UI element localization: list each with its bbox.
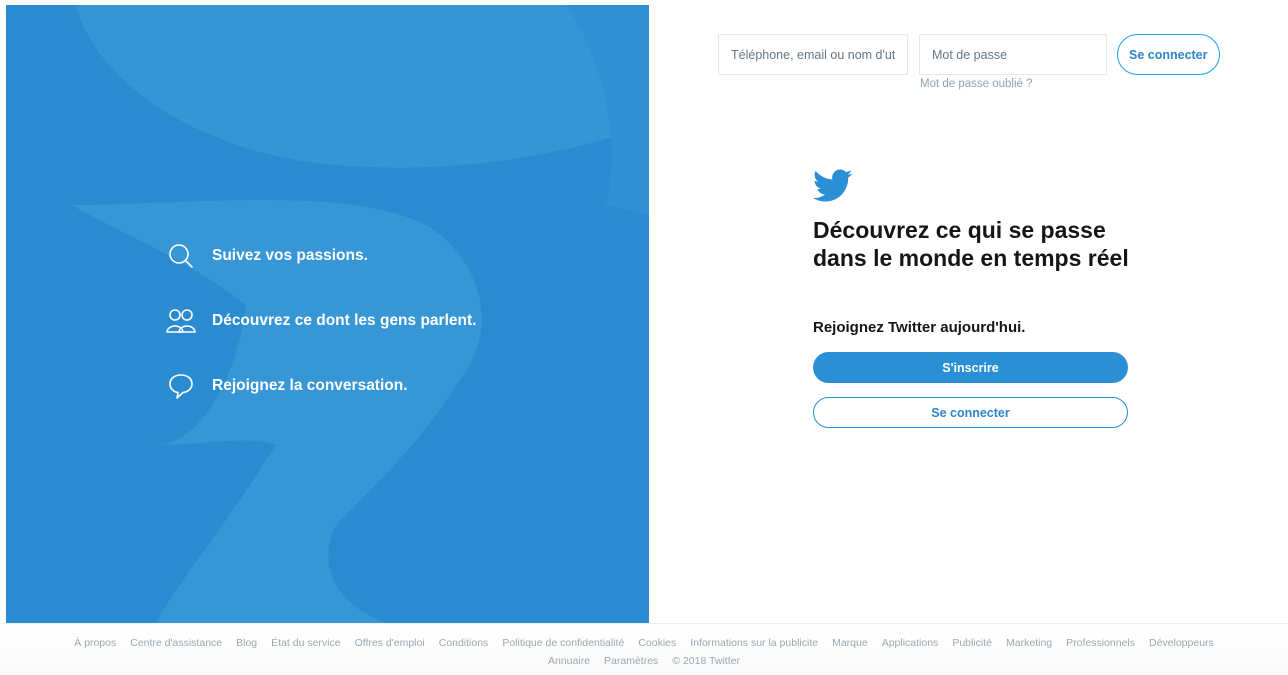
signin-button[interactable]: Se connecter <box>813 397 1128 428</box>
feature-text: Rejoignez la conversation. <box>212 377 408 394</box>
footer-link[interactable]: Applications <box>882 637 939 649</box>
page-headline: Découvrez ce qui se passe dans le monde … <box>813 217 1129 271</box>
password-input[interactable] <box>919 34 1107 75</box>
phone-email-username-input[interactable] <box>718 34 908 75</box>
footer-link[interactable]: Publicité <box>952 637 992 649</box>
footer-link[interactable]: Informations sur la publicite <box>690 637 818 649</box>
footer-link[interactable]: Politique de confidentialité <box>502 637 624 649</box>
twitter-bird-logo-icon <box>813 169 853 202</box>
footer-link[interactable]: Développeurs <box>1149 637 1214 649</box>
footer-link[interactable]: Marketing <box>1006 637 1052 649</box>
footer-links-row-1: À propos Centre d'assistance Blog État du s… <box>0 637 1288 649</box>
join-heading: Rejoignez Twitter aujourd'hui. <box>813 319 1026 336</box>
footer-link[interactable]: Blog <box>236 637 257 649</box>
feature-item-passions: Suivez vos passions. <box>166 238 626 274</box>
footer-link[interactable]: Centre d'assistance <box>130 637 222 649</box>
footer-link[interactable]: Annuaire <box>548 655 590 667</box>
signup-section: Découvrez ce qui se passe dans le monde … <box>813 168 1133 428</box>
copyright: © 2018 Twitter <box>672 655 740 667</box>
hero-panel: Suivez vos passions. Découvrez ce dont l… <box>6 5 649 623</box>
header-login-button[interactable]: Se connecter <box>1117 34 1220 75</box>
footer-links-row-2: Annuaire Paramètres © 2018 Twitter <box>0 655 1288 667</box>
footer: À propos Centre d'assistance Blog État du s… <box>0 623 1288 675</box>
feature-item-conversation: Rejoignez la conversation. <box>166 368 626 404</box>
footer-link[interactable]: À propos <box>74 637 116 649</box>
search-icon <box>166 241 196 271</box>
signup-button[interactable]: S'inscrire <box>813 352 1128 383</box>
feature-text: Suivez vos passions. <box>212 247 368 264</box>
footer-link[interactable]: Marque <box>832 637 868 649</box>
footer-link[interactable]: État du service <box>271 637 340 649</box>
footer-link[interactable]: Offres d'emploi <box>355 637 425 649</box>
footer-link[interactable]: Conditions <box>439 637 489 649</box>
footer-link[interactable]: Professionnels <box>1066 637 1135 649</box>
feature-item-people: Découvrez ce dont les gens parlent. <box>166 303 626 339</box>
footer-link[interactable]: Paramètres <box>604 655 658 667</box>
speech-bubble-icon <box>166 371 196 401</box>
forgot-password-link[interactable]: Mot de passe oublié ? <box>920 78 1033 90</box>
feature-list: Suivez vos passions. Découvrez ce dont l… <box>166 238 626 433</box>
login-form: Se connecter <box>718 34 1220 75</box>
people-icon <box>166 306 196 336</box>
feature-text: Découvrez ce dont les gens parlent. <box>212 312 477 329</box>
footer-link[interactable]: Cookies <box>638 637 676 649</box>
